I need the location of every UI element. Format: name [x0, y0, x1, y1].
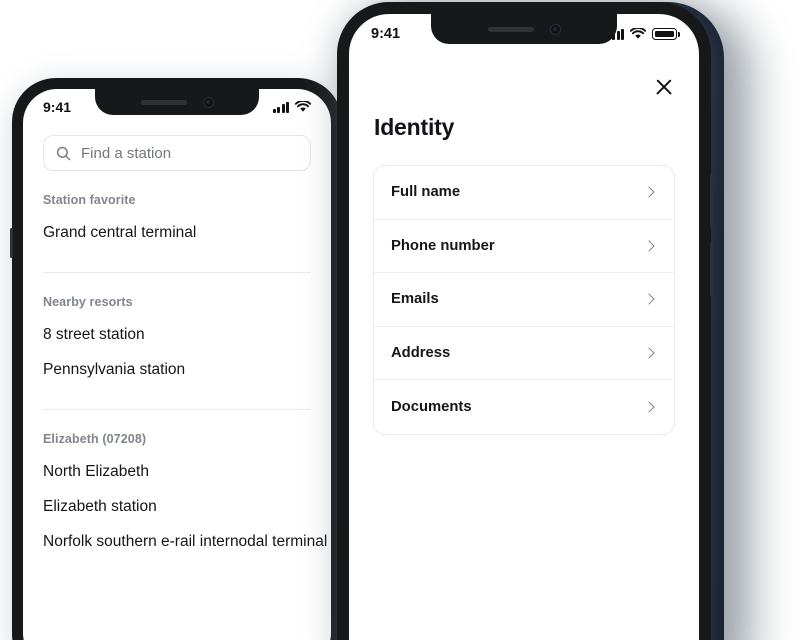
station-list: Station favorite Grand central terminal … [23, 193, 331, 551]
close-icon[interactable] [653, 76, 675, 98]
identity-row-documents[interactable]: Documents [374, 380, 674, 434]
identity-row-full-name[interactable]: Full name [374, 166, 674, 220]
chevron-right-icon [643, 240, 655, 252]
status-time: 9:41 [43, 99, 72, 115]
search-input[interactable]: Find a station [43, 135, 311, 171]
row-label: Emails [391, 291, 439, 308]
wifi-icon [630, 28, 646, 40]
list-item[interactable]: Grand central terminal [43, 224, 311, 242]
list-item[interactable]: 8 street station [43, 326, 311, 344]
list-item[interactable]: North Elizabeth [43, 463, 311, 481]
status-indicators [272, 101, 311, 113]
search-placeholder-text: Find a station [81, 144, 172, 162]
section-title: Station favorite [43, 193, 136, 207]
row-label: Address [391, 344, 451, 361]
row-label: Full name [391, 184, 461, 201]
list-item[interactable]: Norfolk southern e-rail internodal termi… [43, 533, 327, 551]
station-section-elizabeth: Elizabeth (07208) North Elizabeth Elizab… [43, 432, 327, 551]
app-mockup-stage: 9:41 Find a station Station favorite Gra… [0, 0, 808, 640]
station-section-nearby: Nearby resorts 8 street station Pennsylv… [43, 295, 311, 379]
page-title: Identity [374, 114, 455, 140]
left-phone-device: 9:41 Find a station Station favorite Gra… [10, 78, 344, 640]
section-title: Nearby resorts [43, 295, 133, 309]
close-row [349, 54, 699, 98]
section-divider [43, 272, 311, 273]
battery-icon [652, 28, 680, 40]
chevron-right-icon [643, 401, 655, 413]
list-item[interactable]: Elizabeth station [43, 498, 311, 516]
volume-up-button[interactable] [710, 174, 713, 228]
volume-down-button[interactable] [710, 242, 713, 296]
chevron-right-icon [643, 186, 655, 198]
left-status-bar: 9:41 [23, 89, 331, 125]
identity-row-phone-number[interactable]: Phone number [374, 220, 674, 273]
station-section-favorite: Station favorite Grand central terminal [43, 193, 311, 242]
power-button[interactable] [10, 228, 13, 258]
status-time: 9:41 [371, 26, 401, 42]
row-label: Phone number [391, 237, 495, 254]
list-item[interactable]: Pennsylvania station [43, 361, 311, 379]
chevron-right-icon [643, 293, 655, 305]
status-indicators [607, 28, 680, 40]
chevron-right-icon [643, 347, 655, 359]
left-phone-screen: 9:41 Find a station Station favorite Gra… [23, 89, 331, 640]
identity-row-address[interactable]: Address [374, 327, 674, 380]
identity-card: Full name Phone number Emails Address Do… [373, 165, 675, 435]
right-status-bar: 9:41 [349, 14, 699, 54]
section-title: Elizabeth (07208) [43, 432, 147, 446]
right-phone-device: 9:41 Identity Full name Phone number Ema… [337, 2, 713, 640]
section-divider [43, 409, 311, 410]
search-icon [56, 146, 71, 161]
right-phone-screen: 9:41 Identity Full name Phone number Ema… [349, 14, 699, 640]
search-area: Find a station [23, 125, 331, 171]
identity-row-emails[interactable]: Emails [374, 273, 674, 327]
cellular-signal-icon [607, 28, 624, 40]
cellular-signal-icon [272, 101, 289, 113]
wifi-icon [295, 101, 311, 113]
row-label: Documents [391, 398, 472, 415]
